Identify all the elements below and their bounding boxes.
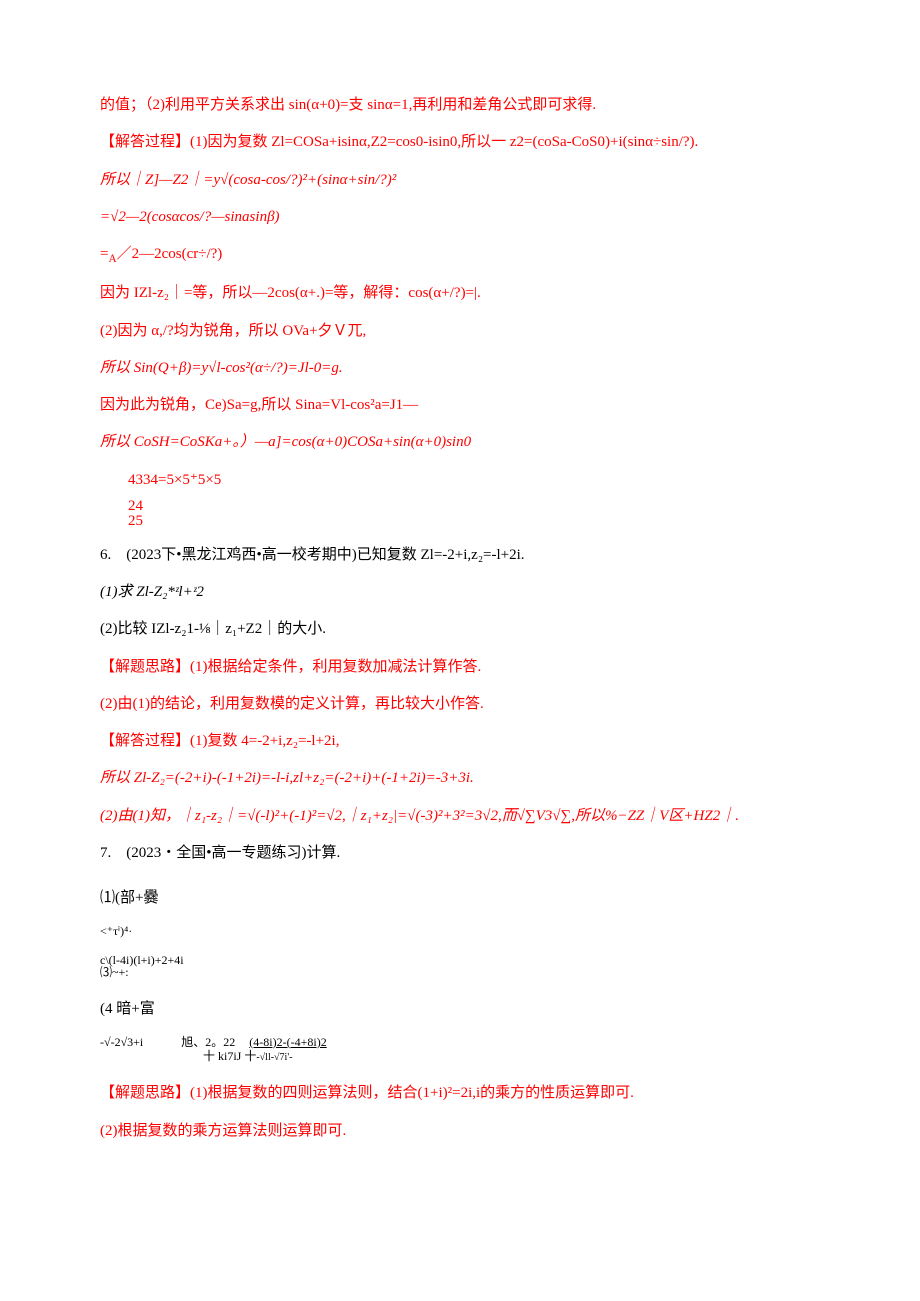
line-24: (4 暗+富: [100, 998, 820, 1021]
line-19: (2)由(1)知，｜z₁-z₂｜=√(-l)²+(-1)²=√2,｜z₁+z₂|…: [100, 805, 820, 828]
l5b: A: [108, 253, 116, 265]
line-12: 6. (2023下•黑龙江鸡西•高一校考期中)已知复数 Zl=-2+i,z₂=-…: [100, 544, 820, 567]
line-15: 【解题思路】(1)根据给定条件，利用复数加减法计算作答.: [100, 656, 820, 679]
line-20: 7. (2023・全国•高一专题练习)计算.: [100, 842, 820, 865]
line-3: 所以｜Z]—Z2｜=y√(cosa-cos/?)²+(sinα+sin/?)²: [100, 169, 820, 192]
l25b: 旭、2。22: [181, 1035, 235, 1049]
l25a: -√-2√3+i: [100, 1035, 143, 1049]
line-11a: 4334=5×5⁺5×5: [100, 469, 820, 492]
line-27: (2)根据复数的乘方运算法则运算即可.: [100, 1120, 820, 1143]
line-22: <⁺τⁱ)⁴·: [100, 924, 820, 938]
line-9: 因为此为锐角，Ce)Sa=g,所以 Sina=Vl-cos²a=J1—: [100, 394, 820, 417]
line-16: (2)由(1)的结论，利用复数模的定义计算，再比较大小作答.: [100, 693, 820, 716]
line-4: =√2—2(cosαcos/?—sinasinβ): [100, 206, 820, 229]
line-11c: 25: [100, 513, 820, 530]
line-10: 所以 CoSH=CoSKa+。）—a]=cos(α+0)COSa+sin(α+0…: [100, 431, 820, 454]
line-13: (1)求 Zl-Z₂*ᶻl+ᶻ2: [100, 581, 820, 604]
line-8: 所以 Sin(Q+β)=y√l-cos²(α÷/?)=Jl-0=g.: [100, 357, 820, 380]
line-23b: ⑶~+:: [100, 965, 820, 979]
line-17: 【解答过程】(1)复数 4=-2+i,z₂=-l+2i,: [100, 730, 820, 753]
line-1: 的值；（2)利用平方关系求出 sin(α+0)=支 sinα=1,再利用和差角公…: [100, 94, 820, 117]
l25e: -√ll-√7i'-: [256, 1052, 292, 1063]
line-2: 【解答过程】(1)因为复数 Zl=COSa+isinα,Z2=cos0-isin…: [100, 131, 820, 154]
line-7: (2)因为 α,/?均为锐角，所以 OVa+夕Ｖ兀,: [100, 320, 820, 343]
line-14: (2)比较 IZl-z₂1-⅛｜z₁+Z2｜的大小.: [100, 618, 820, 641]
line-6: 因为 IZl-z₂｜=等，所以—2cos(α+.)=等，解得：cos(α+/?)…: [100, 282, 820, 305]
line-25: -√-2√3+i 旭、2。22 (4-8i)2-(-4+8i)2 十 ki7iJ…: [100, 1035, 820, 1064]
line-21: ⑴(部+爨: [100, 887, 820, 910]
line-18: 所以 Zl-Z₂=(-2+i)-(-1+2i)=-l-i,zl+z₂=(-2+i…: [100, 767, 820, 790]
l25d: 十 ki7iJ 十: [203, 1049, 256, 1063]
l5c: ／2—2cos(cr÷/?): [117, 246, 223, 262]
line-26: 【解题思路】(1)根据复数的四则运算法则，结合(1+i)²=2i,i的乘方的性质…: [100, 1082, 820, 1105]
l25c: (4-8i)2-(-4+8i)2: [249, 1035, 326, 1049]
line-5: =A／2—2cos(cr÷/?): [100, 243, 820, 268]
